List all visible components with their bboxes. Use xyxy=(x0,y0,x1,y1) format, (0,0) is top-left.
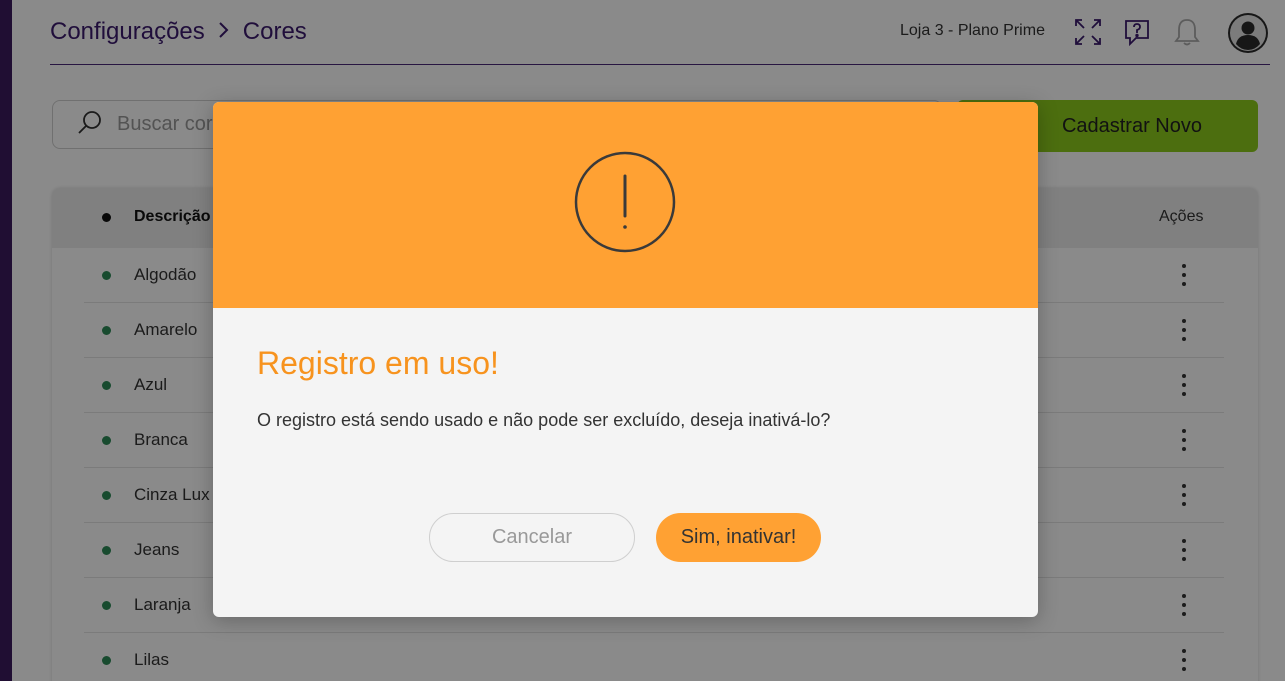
dialog-banner xyxy=(213,102,1038,308)
warning-icon xyxy=(573,150,677,254)
record-in-use-dialog: Registro em uso! O registro está sendo u… xyxy=(213,102,1038,617)
dialog-message: O registro está sendo usado e não pode s… xyxy=(257,410,831,430)
confirm-inactivate-button[interactable]: Sim, inativar! xyxy=(656,513,821,562)
cancel-button[interactable]: Cancelar xyxy=(429,513,635,562)
dialog-title: Registro em uso! xyxy=(257,345,499,381)
